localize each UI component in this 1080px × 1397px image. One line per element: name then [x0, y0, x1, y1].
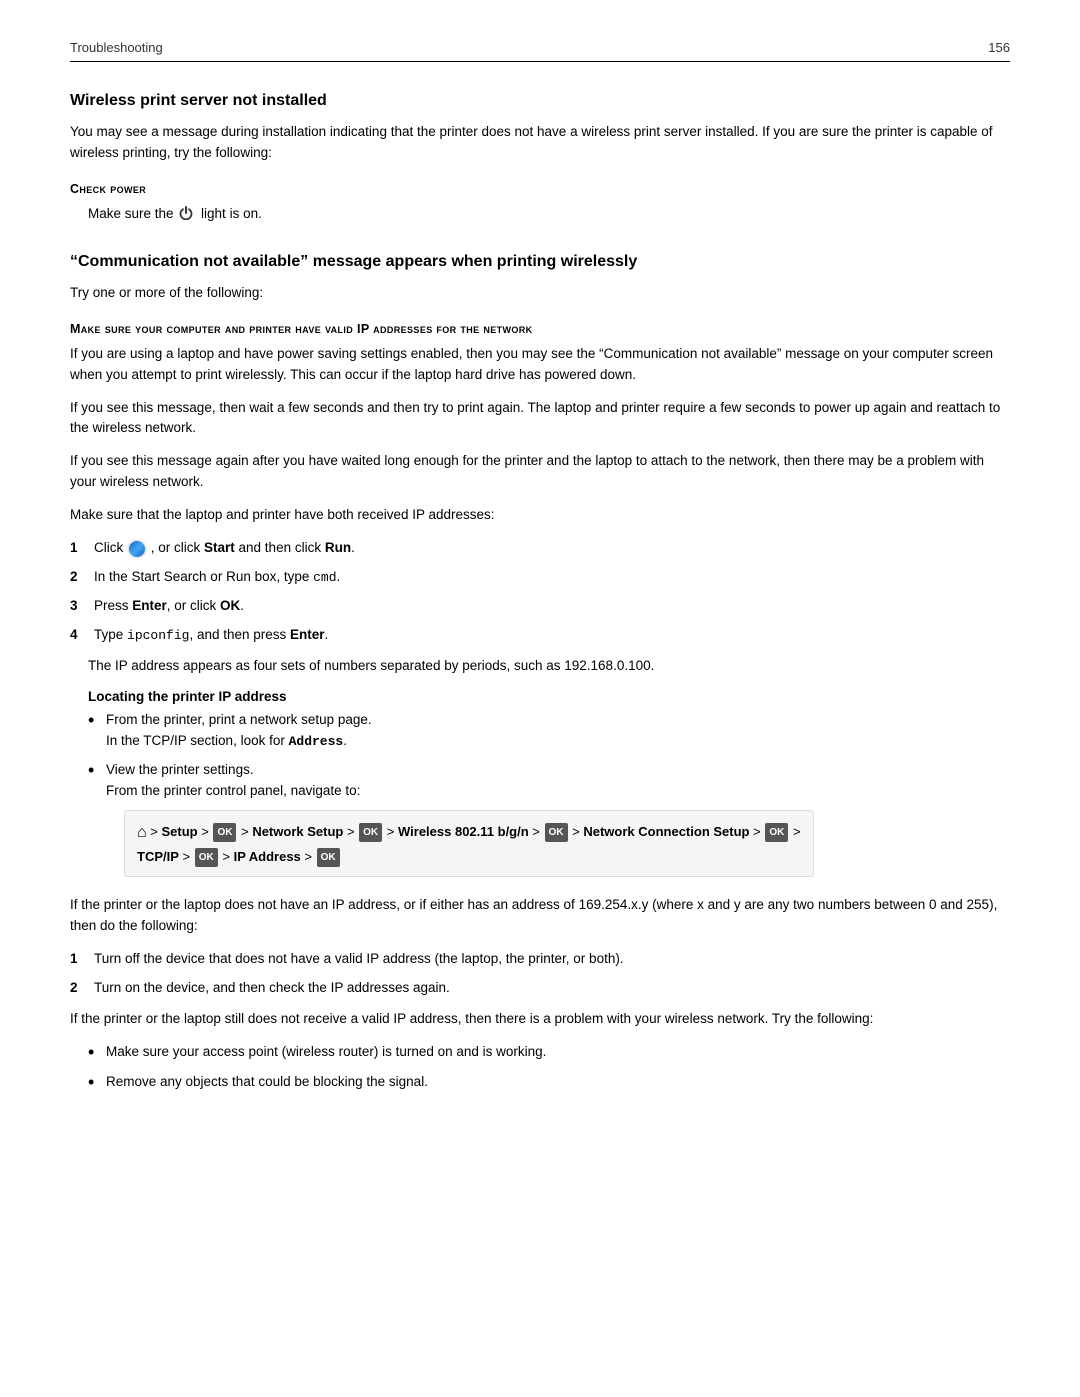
- header-section-label: Troubleshooting: [70, 40, 163, 55]
- final-bullet-1-text: Make sure your access point (wireless ro…: [106, 1042, 546, 1063]
- check-power-text: Make sure the light is on.: [88, 204, 1010, 225]
- locating-bullets-list: • From the printer, print a network setu…: [88, 710, 1010, 885]
- section-wireless-print-server: Wireless print server not installed You …: [70, 92, 1010, 225]
- section-communication-not-available: “Communication not available” message ap…: [70, 253, 1010, 1093]
- para4: Make sure that the laptop and printer ha…: [70, 505, 1010, 526]
- ip-step-1: 1 Turn off the device that does not have…: [70, 949, 1010, 970]
- from-printer-label: From the printer control panel, navigate…: [106, 783, 360, 798]
- still-no-ip-text: If the printer or the laptop still does …: [70, 1009, 1010, 1030]
- final-bullets-list: • Make sure your access point (wireless …: [88, 1042, 1010, 1093]
- page: Troubleshooting 156 Wireless print serve…: [0, 0, 1080, 1397]
- ok-badge-3: OK: [545, 823, 568, 842]
- step-4: 4 Type ipconfig, and then press Enter.: [70, 625, 1010, 646]
- ip-step-2: 2 Turn on the device, and then check the…: [70, 978, 1010, 999]
- section1-intro: You may see a message during installatio…: [70, 122, 1010, 164]
- step-3: 3 Press Enter, or click OK.: [70, 596, 1010, 617]
- final-bullet-1: • Make sure your access point (wireless …: [88, 1042, 1010, 1064]
- step-1: 1 Click , or click Start and then click …: [70, 538, 1010, 559]
- locating-bullet-1-main: From the printer, print a network setup …: [106, 712, 372, 727]
- step4-sub: The IP address appears as four sets of n…: [88, 656, 1010, 677]
- para2: If you see this message, then wait a few…: [70, 398, 1010, 440]
- page-number: 156: [988, 40, 1010, 55]
- locating-bullet-2: • View the printer settings. From the pr…: [88, 760, 1010, 885]
- para3: If you see this message again after you …: [70, 451, 1010, 493]
- ip-steps-list: 1 Turn off the device that does not have…: [70, 949, 1010, 999]
- if-no-ip-text: If the printer or the laptop does not ha…: [70, 895, 1010, 937]
- section2-intro: Try one or more of the following:: [70, 283, 1010, 304]
- section2-title: “Communication not available” message ap…: [70, 253, 1010, 271]
- locating-bullet-2-main: View the printer settings.: [106, 762, 254, 777]
- ip-step-1-text: Turn off the device that does not have a…: [94, 949, 624, 970]
- locating-bullet-1: • From the printer, print a network setu…: [88, 710, 1010, 752]
- ok-badge-6: OK: [317, 848, 340, 867]
- locating-heading: Locating the printer IP address: [88, 689, 1010, 704]
- home-icon: ⌂: [137, 824, 147, 841]
- ok-badge-2: OK: [359, 823, 382, 842]
- final-bullet-2-text: Remove any objects that could be blockin…: [106, 1072, 428, 1093]
- make-sure-heading: Make sure your computer and printer have…: [70, 322, 1010, 336]
- ok-badge-5: OK: [195, 848, 218, 867]
- locating-bullet-1-sub: In the TCP/IP section, look for Address.: [106, 733, 347, 748]
- check-power-heading: Check power: [70, 182, 1010, 196]
- steps-list: 1 Click , or click Start and then click …: [70, 538, 1010, 646]
- page-header: Troubleshooting 156: [70, 40, 1010, 62]
- nav-path: ⌂ > Setup > OK > Network Setup > OK > Wi…: [124, 810, 814, 877]
- ip-step-2-text: Turn on the device, and then check the I…: [94, 978, 450, 999]
- ok-badge-1: OK: [213, 823, 236, 842]
- step-2: 2 In the Start Search or Run box, type c…: [70, 567, 1010, 588]
- ok-badge-4: OK: [765, 823, 788, 842]
- section1-title: Wireless print server not installed: [70, 92, 1010, 110]
- windows-icon: [129, 541, 145, 557]
- power-icon: [179, 206, 195, 222]
- para1: If you are using a laptop and have power…: [70, 344, 1010, 386]
- final-bullet-2: • Remove any objects that could be block…: [88, 1072, 1010, 1094]
